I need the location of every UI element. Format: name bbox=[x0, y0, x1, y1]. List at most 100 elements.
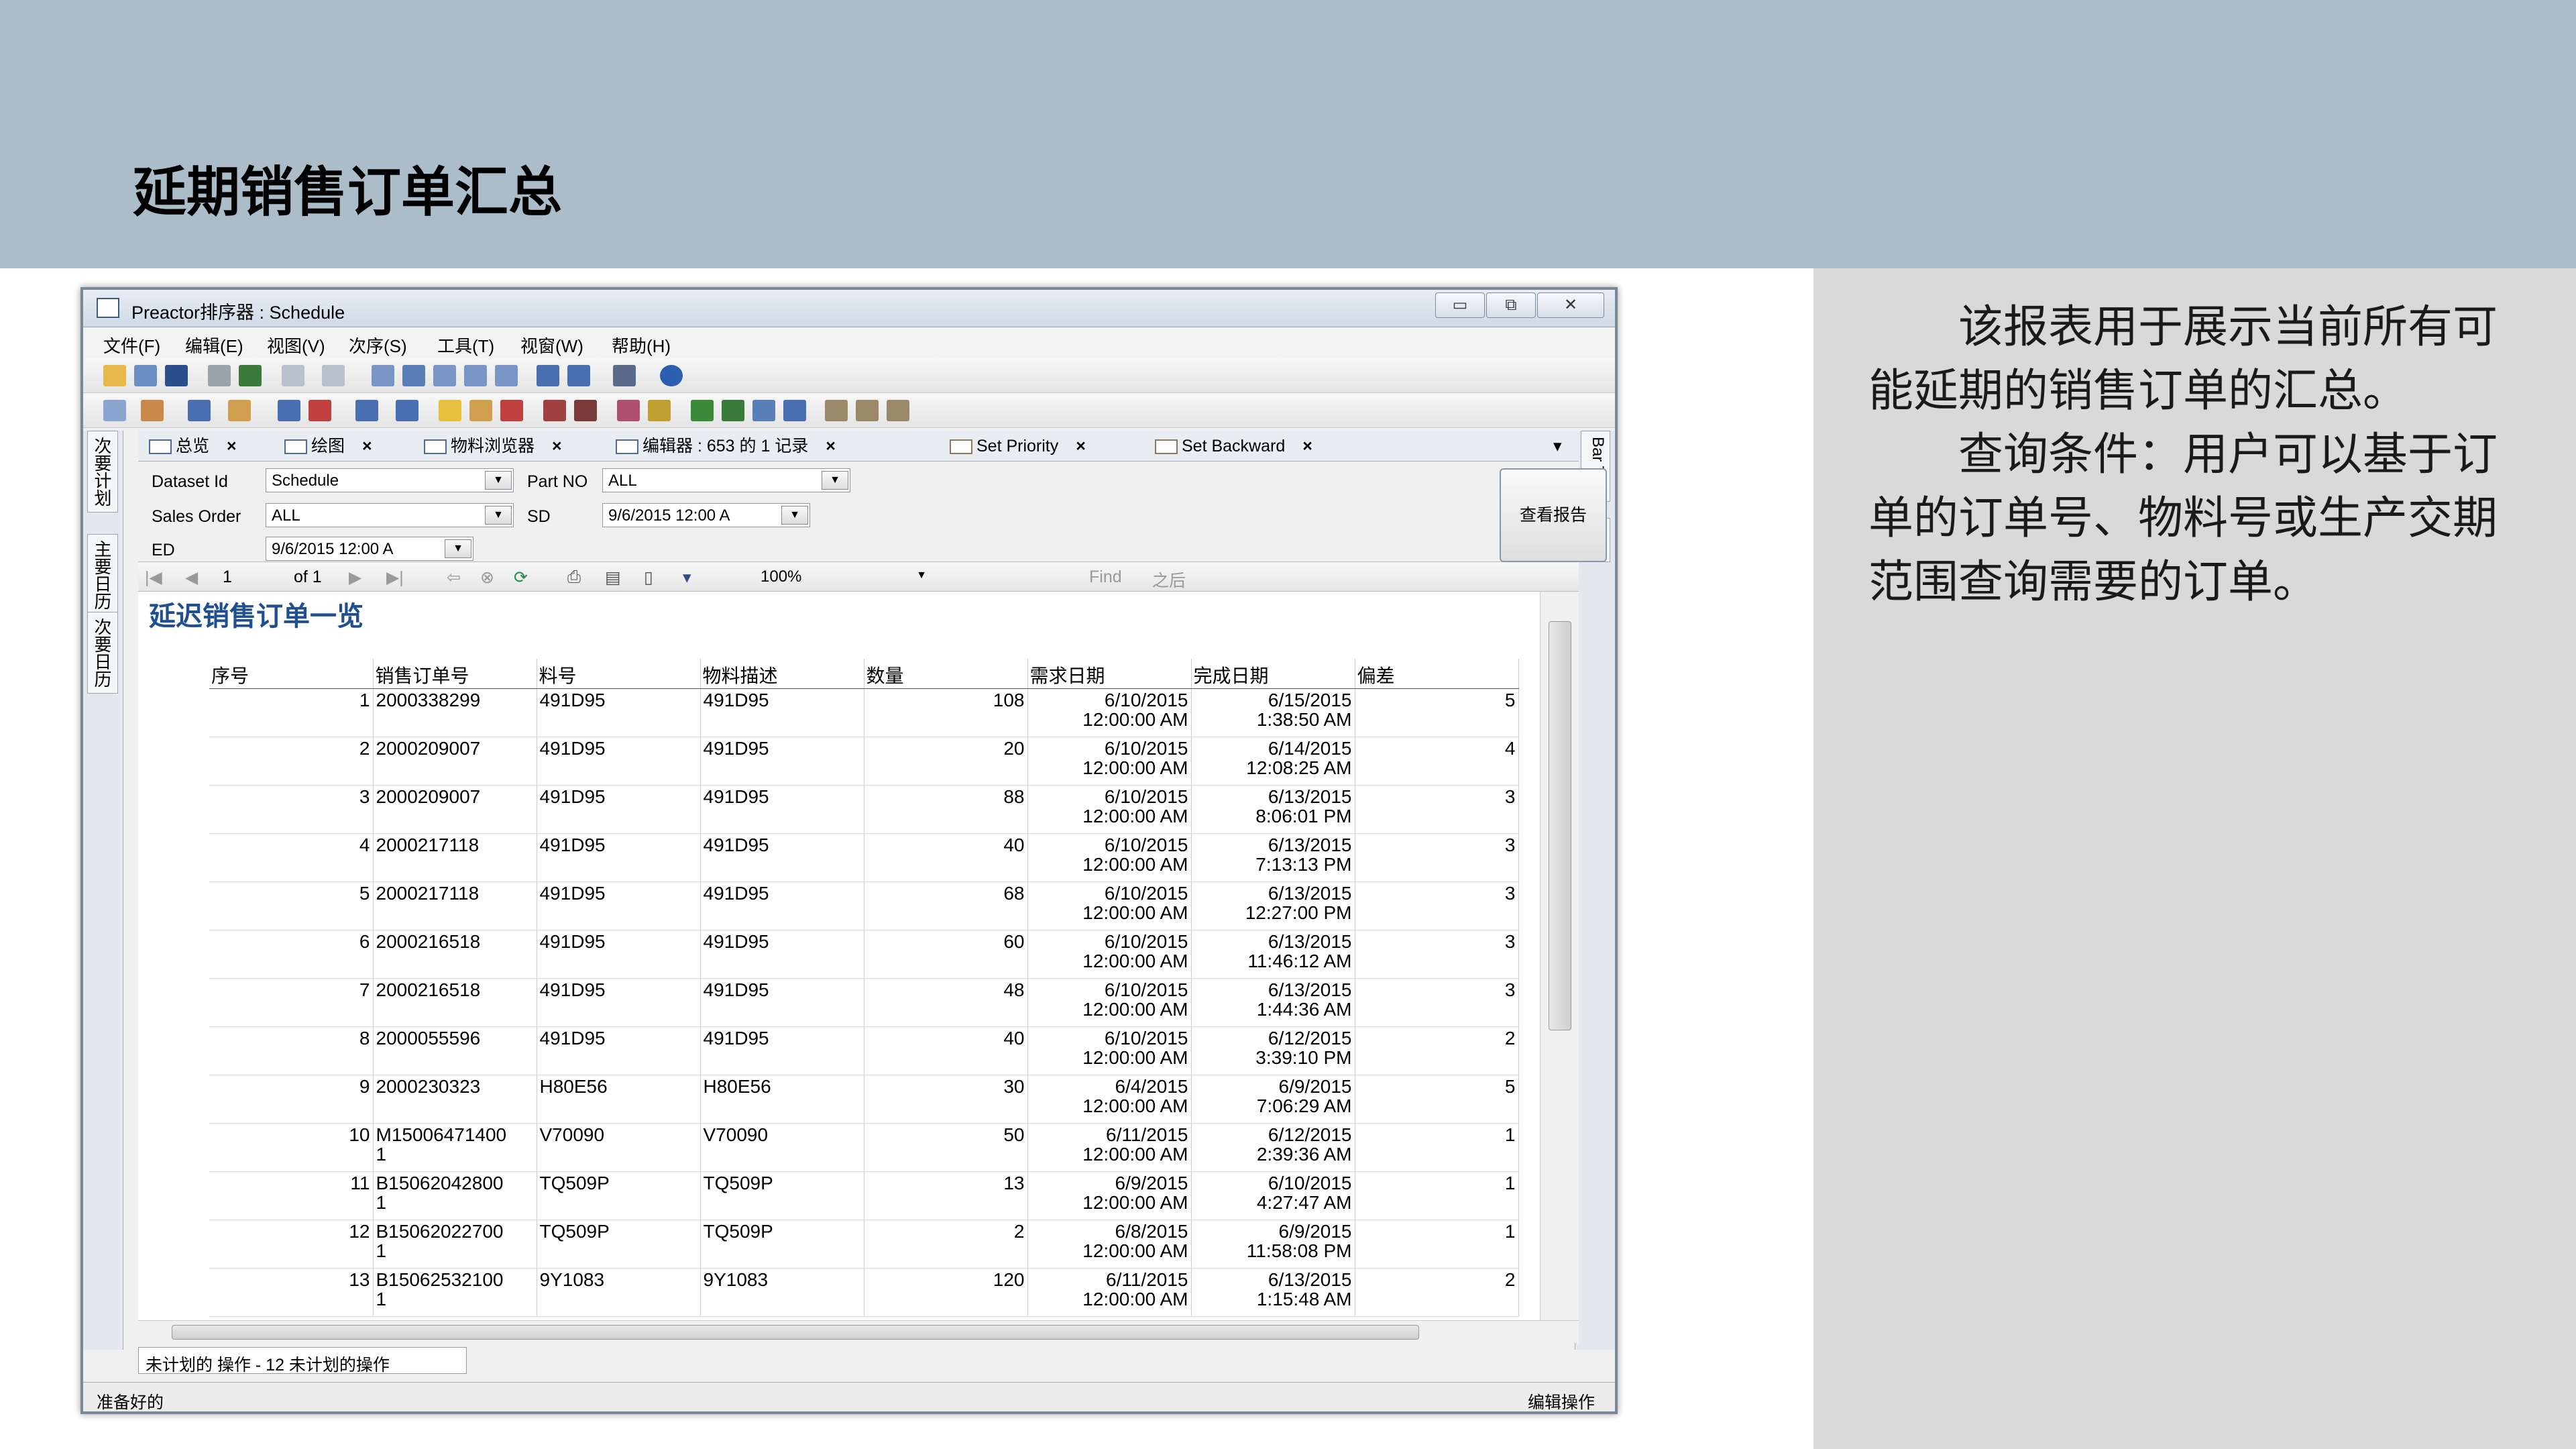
open-icon[interactable] bbox=[103, 365, 126, 386]
tool-extra-icon[interactable] bbox=[887, 400, 909, 421]
image-icon[interactable] bbox=[464, 365, 487, 386]
chevron-down-icon[interactable]: ▼ bbox=[908, 567, 935, 586]
unscheduled-operations-tab[interactable]: 未计划的 操作 - 12 未计划的操作 bbox=[138, 1347, 467, 1375]
check-icon[interactable] bbox=[239, 365, 262, 386]
sort-icon[interactable] bbox=[355, 400, 378, 421]
sd-date-input[interactable]: 9/6/2015 12:00 A ▼ bbox=[602, 503, 810, 527]
next-page-icon[interactable]: ▶ bbox=[349, 568, 361, 588]
view-report-button[interactable]: 查看报告 bbox=[1500, 468, 1607, 562]
chart-icon[interactable] bbox=[433, 365, 456, 386]
close-tab-icon[interactable]: × bbox=[552, 437, 562, 455]
menu-tools[interactable]: 工具(T) bbox=[437, 333, 494, 358]
tab-chart[interactable]: 绘图 × bbox=[284, 435, 372, 460]
find-icon[interactable] bbox=[613, 365, 636, 386]
print-icon[interactable] bbox=[208, 365, 231, 386]
highlight-icon[interactable] bbox=[439, 400, 461, 421]
tab-editor[interactable]: 编辑器 : 653 的 1 记录 × bbox=[616, 435, 836, 460]
tab-secondary-calendar[interactable]: 次要日历 bbox=[87, 612, 118, 694]
export-icon[interactable]: ▾ bbox=[683, 568, 691, 588]
save-as-icon[interactable] bbox=[134, 365, 157, 386]
close-tab-icon[interactable]: × bbox=[1302, 437, 1312, 455]
menu-view[interactable]: 视图(V) bbox=[267, 333, 325, 358]
tab-material-browser[interactable]: 物料浏览器 × bbox=[424, 435, 562, 460]
menu-file[interactable]: 文件(F) bbox=[103, 333, 160, 358]
close-tab-icon[interactable]: × bbox=[826, 437, 836, 455]
page-input[interactable]: 1 bbox=[223, 568, 232, 587]
table-cell: 6/13/2015 1:15:48 AM bbox=[1191, 1268, 1355, 1317]
window-icon[interactable] bbox=[495, 365, 518, 386]
menu-window[interactable]: 视窗(W) bbox=[520, 333, 583, 358]
delete-icon[interactable] bbox=[500, 400, 523, 421]
scroll-thumb[interactable] bbox=[1549, 621, 1571, 1030]
save-icon[interactable] bbox=[165, 365, 188, 386]
window-titlebar[interactable]: Preactor排序器 : Schedule ▭ ⧉ ✕ bbox=[83, 290, 1615, 327]
last-page-icon[interactable]: ▶| bbox=[386, 568, 404, 588]
tab-set-backward[interactable]: Set Backward × bbox=[1155, 435, 1312, 460]
table-cell: 88 bbox=[864, 785, 1028, 834]
checkmark-icon[interactable] bbox=[691, 400, 714, 421]
close-button[interactable]: ✕ bbox=[1537, 292, 1604, 318]
redo-icon[interactable] bbox=[322, 365, 345, 386]
table-icon[interactable] bbox=[402, 365, 425, 386]
query-icon[interactable] bbox=[783, 400, 806, 421]
print-layout-icon[interactable]: ▤ bbox=[605, 568, 621, 588]
find-link[interactable]: Find bbox=[1089, 568, 1122, 587]
page-setup-icon[interactable]: ▯ bbox=[644, 568, 653, 588]
scroll-thumb[interactable] bbox=[172, 1325, 1419, 1340]
copy-icon[interactable] bbox=[188, 400, 211, 421]
close-tab-icon[interactable]: × bbox=[227, 437, 237, 455]
refresh-icon[interactable]: ⟳ bbox=[514, 568, 528, 588]
prev-page-icon[interactable]: ◀ bbox=[185, 568, 198, 588]
tool-alt-icon[interactable] bbox=[856, 400, 879, 421]
gantt-icon[interactable] bbox=[372, 365, 394, 386]
tab-secondary-plan[interactable]: 次要计划 bbox=[87, 431, 118, 513]
move-icon[interactable] bbox=[469, 400, 492, 421]
chevron-down-icon[interactable]: ▼ bbox=[485, 471, 512, 490]
menu-sequence[interactable]: 次序(S) bbox=[349, 333, 407, 358]
chevron-down-icon[interactable]: ▼ bbox=[485, 506, 512, 525]
chevron-down-icon[interactable]: ▼ bbox=[822, 471, 848, 490]
paste-icon[interactable] bbox=[228, 400, 251, 421]
tab-list-dropdown-icon[interactable]: ▾ bbox=[1553, 435, 1562, 460]
grid-icon[interactable] bbox=[752, 400, 775, 421]
back-icon[interactable]: ⇦ bbox=[447, 568, 461, 588]
reschedule-icon[interactable] bbox=[574, 400, 597, 421]
sequence-backward-icon[interactable] bbox=[309, 400, 331, 421]
tab-overview[interactable]: 总览 × bbox=[149, 435, 237, 460]
zoom-select[interactable]: 100% ▼ bbox=[755, 565, 936, 588]
link-icon[interactable] bbox=[648, 400, 671, 421]
tab-primary-calendar[interactable]: 主要日历 bbox=[87, 534, 118, 616]
horizontal-scrollbar[interactable] bbox=[138, 1320, 1579, 1343]
cell-text: 12:08:25 AM bbox=[1246, 757, 1352, 778]
tool-icon[interactable] bbox=[825, 400, 848, 421]
sequence-forward-icon[interactable] bbox=[278, 400, 300, 421]
undo-icon[interactable] bbox=[282, 365, 304, 386]
layout-icon[interactable] bbox=[103, 400, 126, 421]
confirm-icon[interactable] bbox=[722, 400, 744, 421]
ed-date-input[interactable]: 9/6/2015 12:00 A ▼ bbox=[266, 537, 473, 561]
first-page-icon[interactable]: |◀ bbox=[145, 568, 162, 588]
menu-help[interactable]: 帮助(H) bbox=[612, 333, 671, 358]
unschedule-icon[interactable] bbox=[543, 400, 566, 421]
close-tab-icon[interactable]: × bbox=[1076, 437, 1086, 455]
calendar-dropdown-icon[interactable]: ▼ bbox=[781, 506, 808, 525]
partno-select[interactable]: ALL ▼ bbox=[602, 468, 850, 492]
vertical-scrollbar[interactable] bbox=[1540, 592, 1579, 1320]
salesorder-select[interactable]: ALL ▼ bbox=[266, 503, 514, 527]
close-tab-icon[interactable]: × bbox=[362, 437, 372, 455]
help-icon[interactable] bbox=[660, 365, 683, 386]
minimize-button[interactable]: ▭ bbox=[1435, 292, 1485, 318]
palette-icon[interactable] bbox=[617, 400, 640, 421]
stop-icon[interactable]: ⊗ bbox=[480, 568, 494, 588]
print-report-icon[interactable]: ⎙ bbox=[567, 568, 581, 587]
calendar-dropdown-icon[interactable]: ▼ bbox=[445, 539, 471, 558]
sequence-alt-icon[interactable] bbox=[567, 365, 590, 386]
dataset-select[interactable]: Schedule ▼ bbox=[266, 468, 514, 492]
menu-edit[interactable]: 编辑(E) bbox=[185, 333, 243, 358]
find-next-link[interactable]: 之后 bbox=[1152, 568, 1186, 592]
resource-icon[interactable] bbox=[141, 400, 164, 421]
tab-set-priority[interactable]: Set Priority × bbox=[950, 435, 1086, 460]
sort-alt-icon[interactable] bbox=[396, 400, 418, 421]
maximize-button[interactable]: ⧉ bbox=[1486, 292, 1536, 318]
sequence-icon[interactable] bbox=[537, 365, 559, 386]
